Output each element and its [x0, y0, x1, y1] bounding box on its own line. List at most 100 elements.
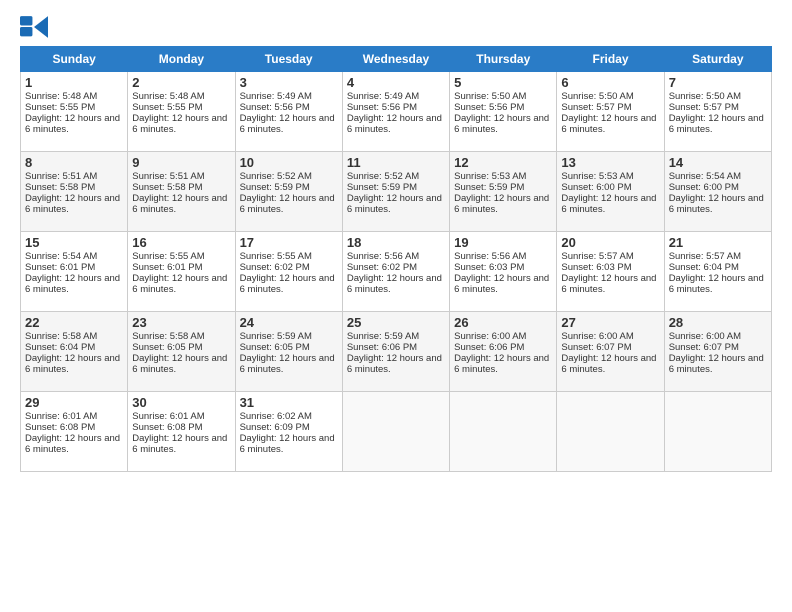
sunset: Sunset: 6:06 PM	[454, 342, 524, 353]
daylight: Daylight: 12 hours and 6 minutes.	[454, 353, 549, 375]
calendar-cell: 1Sunrise: 5:48 AMSunset: 5:55 PMDaylight…	[21, 72, 128, 152]
day-number: 17	[240, 235, 338, 250]
sunset: Sunset: 6:02 PM	[240, 262, 310, 273]
sunrise: Sunrise: 6:01 AM	[132, 411, 204, 422]
calendar-cell: 29Sunrise: 6:01 AMSunset: 6:08 PMDayligh…	[21, 392, 128, 472]
sunset: Sunset: 5:57 PM	[669, 102, 739, 113]
sunset: Sunset: 6:05 PM	[132, 342, 202, 353]
sunrise: Sunrise: 5:50 AM	[454, 91, 526, 102]
day-number: 3	[240, 75, 338, 90]
sunrise: Sunrise: 5:52 AM	[240, 171, 312, 182]
sunrise: Sunrise: 6:00 AM	[669, 331, 741, 342]
sunrise: Sunrise: 5:55 AM	[132, 251, 204, 262]
sunrise: Sunrise: 5:58 AM	[132, 331, 204, 342]
sunrise: Sunrise: 5:59 AM	[240, 331, 312, 342]
sunset: Sunset: 5:59 PM	[347, 182, 417, 193]
daylight: Daylight: 12 hours and 6 minutes.	[669, 193, 764, 215]
sunrise: Sunrise: 5:53 AM	[454, 171, 526, 182]
calendar-cell: 15Sunrise: 5:54 AMSunset: 6:01 PMDayligh…	[21, 232, 128, 312]
day-number: 21	[669, 235, 767, 250]
sunrise: Sunrise: 5:49 AM	[347, 91, 419, 102]
sunset: Sunset: 6:07 PM	[561, 342, 631, 353]
sunrise: Sunrise: 6:00 AM	[561, 331, 633, 342]
sunset: Sunset: 5:58 PM	[132, 182, 202, 193]
calendar-cell: 20Sunrise: 5:57 AMSunset: 6:03 PMDayligh…	[557, 232, 664, 312]
daylight: Daylight: 12 hours and 6 minutes.	[132, 273, 227, 295]
day-header-monday: Monday	[128, 47, 235, 72]
sunset: Sunset: 6:03 PM	[454, 262, 524, 273]
calendar-cell: 21Sunrise: 5:57 AMSunset: 6:04 PMDayligh…	[664, 232, 771, 312]
daylight: Daylight: 12 hours and 6 minutes.	[347, 273, 442, 295]
header-row: SundayMondayTuesdayWednesdayThursdayFrid…	[21, 47, 772, 72]
daylight: Daylight: 12 hours and 6 minutes.	[454, 193, 549, 215]
daylight: Daylight: 12 hours and 6 minutes.	[240, 353, 335, 375]
calendar-cell: 11Sunrise: 5:52 AMSunset: 5:59 PMDayligh…	[342, 152, 449, 232]
calendar-cell: 30Sunrise: 6:01 AMSunset: 6:08 PMDayligh…	[128, 392, 235, 472]
sunrise: Sunrise: 5:51 AM	[25, 171, 97, 182]
calendar-cell: 16Sunrise: 5:55 AMSunset: 6:01 PMDayligh…	[128, 232, 235, 312]
sunset: Sunset: 5:56 PM	[240, 102, 310, 113]
daylight: Daylight: 12 hours and 6 minutes.	[669, 353, 764, 375]
calendar-cell: 22Sunrise: 5:58 AMSunset: 6:04 PMDayligh…	[21, 312, 128, 392]
calendar-cell: 5Sunrise: 5:50 AMSunset: 5:56 PMDaylight…	[450, 72, 557, 152]
sunset: Sunset: 6:08 PM	[25, 422, 95, 433]
day-number: 18	[347, 235, 445, 250]
day-number: 28	[669, 315, 767, 330]
sunrise: Sunrise: 5:54 AM	[25, 251, 97, 262]
calendar-cell	[557, 392, 664, 472]
sunset: Sunset: 6:03 PM	[561, 262, 631, 273]
calendar-cell: 6Sunrise: 5:50 AMSunset: 5:57 PMDaylight…	[557, 72, 664, 152]
day-header-wednesday: Wednesday	[342, 47, 449, 72]
daylight: Daylight: 12 hours and 6 minutes.	[25, 273, 120, 295]
day-number: 30	[132, 395, 230, 410]
calendar-cell: 14Sunrise: 5:54 AMSunset: 6:00 PMDayligh…	[664, 152, 771, 232]
calendar-cell: 24Sunrise: 5:59 AMSunset: 6:05 PMDayligh…	[235, 312, 342, 392]
calendar-cell: 3Sunrise: 5:49 AMSunset: 5:56 PMDaylight…	[235, 72, 342, 152]
day-number: 6	[561, 75, 659, 90]
daylight: Daylight: 12 hours and 6 minutes.	[25, 433, 120, 455]
daylight: Daylight: 12 hours and 6 minutes.	[240, 113, 335, 135]
calendar-cell: 7Sunrise: 5:50 AMSunset: 5:57 PMDaylight…	[664, 72, 771, 152]
daylight: Daylight: 12 hours and 6 minutes.	[240, 273, 335, 295]
calendar-cell: 2Sunrise: 5:48 AMSunset: 5:55 PMDaylight…	[128, 72, 235, 152]
sunrise: Sunrise: 6:02 AM	[240, 411, 312, 422]
calendar-cell: 26Sunrise: 6:00 AMSunset: 6:06 PMDayligh…	[450, 312, 557, 392]
calendar-table: SundayMondayTuesdayWednesdayThursdayFrid…	[20, 46, 772, 472]
sunrise: Sunrise: 6:00 AM	[454, 331, 526, 342]
day-number: 4	[347, 75, 445, 90]
daylight: Daylight: 12 hours and 6 minutes.	[347, 193, 442, 215]
day-number: 24	[240, 315, 338, 330]
calendar-cell	[664, 392, 771, 472]
sunrise: Sunrise: 5:52 AM	[347, 171, 419, 182]
week-row-5: 29Sunrise: 6:01 AMSunset: 6:08 PMDayligh…	[21, 392, 772, 472]
day-number: 13	[561, 155, 659, 170]
sunset: Sunset: 6:01 PM	[25, 262, 95, 273]
sunset: Sunset: 5:55 PM	[25, 102, 95, 113]
day-number: 25	[347, 315, 445, 330]
sunrise: Sunrise: 5:56 AM	[347, 251, 419, 262]
daylight: Daylight: 12 hours and 6 minutes.	[240, 193, 335, 215]
week-row-2: 8Sunrise: 5:51 AMSunset: 5:58 PMDaylight…	[21, 152, 772, 232]
sunrise: Sunrise: 5:48 AM	[132, 91, 204, 102]
sunrise: Sunrise: 5:54 AM	[669, 171, 741, 182]
calendar-cell: 18Sunrise: 5:56 AMSunset: 6:02 PMDayligh…	[342, 232, 449, 312]
day-number: 29	[25, 395, 123, 410]
daylight: Daylight: 12 hours and 6 minutes.	[561, 113, 656, 135]
day-number: 10	[240, 155, 338, 170]
daylight: Daylight: 12 hours and 6 minutes.	[347, 353, 442, 375]
logo-icon	[20, 16, 48, 38]
calendar-cell: 28Sunrise: 6:00 AMSunset: 6:07 PMDayligh…	[664, 312, 771, 392]
day-number: 7	[669, 75, 767, 90]
sunrise: Sunrise: 5:53 AM	[561, 171, 633, 182]
sunset: Sunset: 5:56 PM	[347, 102, 417, 113]
sunset: Sunset: 6:06 PM	[347, 342, 417, 353]
header	[20, 16, 772, 38]
sunrise: Sunrise: 5:50 AM	[669, 91, 741, 102]
day-number: 1	[25, 75, 123, 90]
week-row-3: 15Sunrise: 5:54 AMSunset: 6:01 PMDayligh…	[21, 232, 772, 312]
sunset: Sunset: 5:56 PM	[454, 102, 524, 113]
calendar-cell: 17Sunrise: 5:55 AMSunset: 6:02 PMDayligh…	[235, 232, 342, 312]
sunset: Sunset: 6:08 PM	[132, 422, 202, 433]
day-number: 27	[561, 315, 659, 330]
daylight: Daylight: 12 hours and 6 minutes.	[454, 273, 549, 295]
